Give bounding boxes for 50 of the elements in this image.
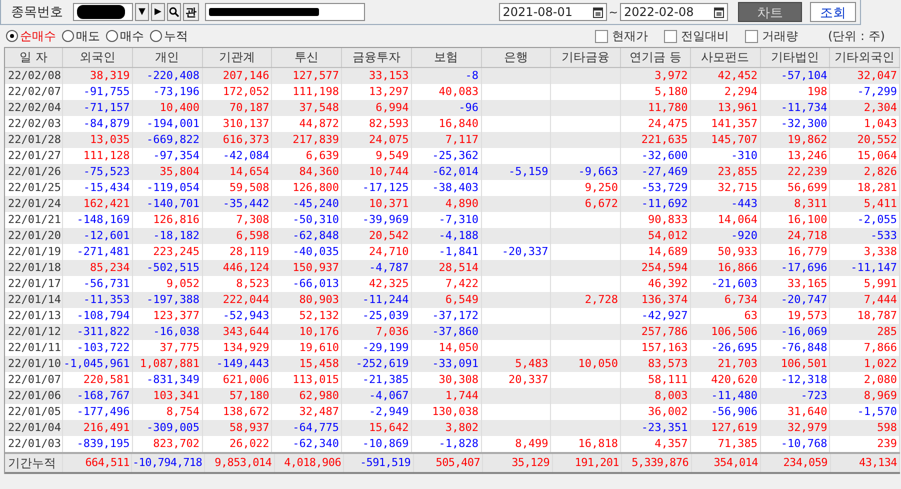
date-separator: ~ bbox=[608, 6, 618, 18]
search-button[interactable] bbox=[167, 3, 181, 21]
related-button[interactable]: 관 bbox=[183, 3, 199, 21]
checkbox-option[interactable]: 전일대비 bbox=[664, 28, 729, 44]
column-header: 기타외국인 bbox=[830, 48, 900, 67]
next-button[interactable]: ▶ bbox=[151, 3, 165, 21]
total-cell: 35,129 bbox=[483, 454, 553, 472]
date-field[interactable]: 2021-08-01 bbox=[498, 3, 607, 21]
total-cell: 9,853,014 bbox=[205, 454, 275, 472]
total-cell: 191,201 bbox=[552, 454, 622, 472]
column-header: 투신 bbox=[272, 48, 342, 67]
column-header: 연기금 등 bbox=[621, 48, 691, 67]
column-header: 기관계 bbox=[202, 48, 272, 67]
column-header: 일 자 bbox=[5, 48, 63, 67]
total-cell: 43,134 bbox=[830, 454, 900, 472]
calendar-icon bbox=[714, 6, 724, 18]
total-cell: 5,339,876 bbox=[622, 454, 692, 472]
redaction-mark bbox=[77, 5, 125, 19]
query-button[interactable]: 조회 bbox=[810, 2, 856, 22]
search-icon bbox=[169, 7, 179, 17]
column-header: 사모펀드 bbox=[690, 48, 760, 67]
total-label: 기간누적 bbox=[5, 454, 63, 472]
checkbox-option[interactable]: 거래량 bbox=[744, 28, 798, 44]
column-header: 기타법인 bbox=[760, 48, 830, 67]
calendar-icon bbox=[592, 6, 603, 18]
chart-button[interactable]: 차트 bbox=[738, 2, 802, 22]
column-header: 개인 bbox=[132, 48, 202, 67]
column-header: 기타금융 bbox=[551, 48, 621, 67]
date-field[interactable]: 2022-02-08 bbox=[620, 3, 728, 21]
unit-note: (단위 : 주) bbox=[828, 28, 885, 44]
checkbox-option[interactable]: 현재가 bbox=[594, 28, 648, 44]
total-cell: -591,519 bbox=[344, 454, 414, 472]
radio-option[interactable]: 매수 bbox=[106, 28, 144, 44]
radio-option[interactable]: 순매수 bbox=[6, 28, 56, 44]
total-cell: 4,018,906 bbox=[274, 454, 344, 472]
radio-option[interactable]: 누적 bbox=[150, 28, 188, 44]
code-field[interactable] bbox=[73, 3, 133, 21]
radio-option[interactable]: 매도 bbox=[62, 28, 100, 44]
name-field[interactable] bbox=[205, 3, 365, 21]
column-header: 외국인 bbox=[63, 48, 133, 67]
code-label: 종목번호 bbox=[11, 4, 63, 21]
total-cell: -10,794,718 bbox=[132, 454, 206, 472]
column-header: 은행 bbox=[482, 48, 552, 67]
total-cell: 664,511 bbox=[63, 454, 132, 472]
dropdown-button[interactable]: ▼ bbox=[135, 3, 149, 21]
total-cell: 234,059 bbox=[761, 454, 830, 472]
column-header: 금융투자 bbox=[342, 48, 412, 67]
column-header: 보험 bbox=[412, 48, 482, 67]
total-cell: 505,407 bbox=[414, 454, 484, 472]
total-cell: 354,014 bbox=[692, 454, 761, 472]
